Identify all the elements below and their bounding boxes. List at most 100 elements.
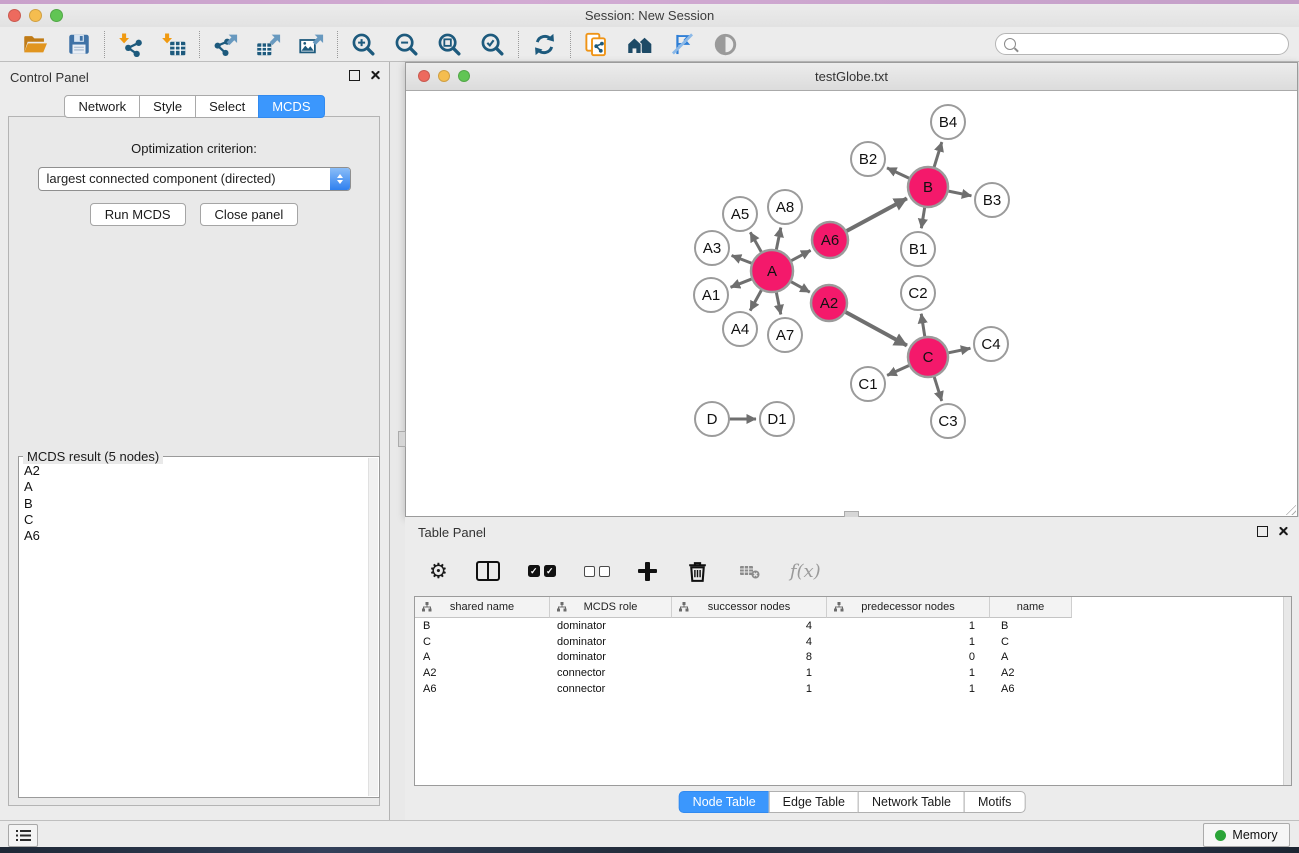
network-canvas[interactable]: A A6 A2 B C A1 A3 A4 A5 A7 A8 B1 B2 B3 B4 C1 C2 C3 C4 D D1 [406, 91, 1297, 517]
graph-edge-A-A5[interactable] [750, 232, 762, 253]
graph-node-A8[interactable]: A8 [768, 190, 802, 224]
network-window-titlebar[interactable]: testGlobe.txt [406, 63, 1297, 91]
graph-edge-C-C3[interactable] [934, 375, 942, 401]
graph-node-A[interactable]: A [751, 250, 793, 292]
graph-edge-A-A8[interactable] [776, 228, 781, 252]
graph-node-C2[interactable]: C2 [901, 276, 935, 310]
graph-node-B3[interactable]: B3 [975, 183, 1009, 217]
export-network-icon[interactable] [212, 31, 239, 58]
graph-node-B[interactable]: B [908, 167, 948, 207]
column-header-name[interactable]: name [990, 597, 1072, 618]
export-image-icon[interactable] [298, 31, 325, 58]
mcds-result-item[interactable]: A6 [24, 528, 365, 544]
table-row[interactable]: Bdominator41B [415, 618, 1291, 634]
select-all-icon[interactable]: ✓✓ [528, 558, 556, 584]
tab-style[interactable]: Style [139, 95, 196, 118]
graph-node-A3[interactable]: A3 [695, 231, 729, 265]
table-row[interactable]: A2connector11A2 [415, 665, 1291, 681]
graph-edge-A-A2[interactable] [789, 281, 809, 292]
graph-node-A2[interactable]: A2 [811, 285, 847, 321]
graph-node-A7[interactable]: A7 [768, 318, 802, 352]
graph-edge-A-A4[interactable] [750, 289, 762, 311]
add-column-icon[interactable] [638, 558, 657, 584]
mcds-result-item[interactable]: B [24, 496, 365, 512]
mcds-result-item[interactable]: A [24, 479, 365, 495]
graph-node-D1[interactable]: D1 [760, 402, 794, 436]
graph-node-A6[interactable]: A6 [812, 222, 848, 258]
graph-node-C1[interactable]: C1 [851, 367, 885, 401]
import-network-icon[interactable] [117, 31, 144, 58]
graph-node-A1[interactable]: A1 [694, 278, 728, 312]
hide-graphics-flag-icon[interactable] [669, 31, 696, 58]
graph-edge-B-B2[interactable] [887, 168, 911, 179]
graph-edge-A-A1[interactable] [731, 278, 754, 287]
graph-node-B1[interactable]: B1 [901, 232, 935, 266]
graph-node-B2[interactable]: B2 [851, 142, 885, 176]
graph-edge-A-A3[interactable] [732, 256, 754, 264]
delete-entry-trash-icon[interactable] [685, 558, 710, 584]
memory-button[interactable]: Memory [1203, 823, 1290, 847]
network-graph[interactable]: A A6 A2 B C A1 A3 A4 A5 A7 A8 B1 B2 B3 B4 C1 C2 C3 C4 D D1 [406, 91, 1297, 517]
float-panel-icon[interactable] [349, 70, 360, 81]
graph-edge-B-B1[interactable] [921, 206, 925, 229]
graph-edge-C-C1[interactable] [887, 365, 911, 376]
close-panel-icon[interactable] [370, 70, 381, 81]
table-settings-gear-icon[interactable]: ⚙ [429, 558, 448, 584]
open-session-icon[interactable] [22, 31, 49, 58]
table-row[interactable]: A6connector11A6 [415, 681, 1291, 697]
tab-node-table[interactable]: Node Table [679, 791, 770, 813]
zoom-selected-icon[interactable] [479, 31, 506, 58]
float-table-panel-icon[interactable] [1257, 526, 1268, 537]
show-panels-list-button[interactable] [8, 824, 38, 847]
clone-network-icon[interactable] [583, 31, 610, 58]
graph-edge-B-B3[interactable] [947, 191, 972, 196]
graph-edge-C-C2[interactable] [921, 314, 925, 338]
graph-edge-C-C4[interactable] [947, 348, 971, 353]
tab-edge-table[interactable]: Edge Table [769, 791, 859, 813]
save-session-icon[interactable] [65, 31, 92, 58]
table-row[interactable]: Adominator80A [415, 650, 1291, 666]
optimization-criterion-select[interactable]: largest connected component (directed) [38, 167, 351, 191]
graph-edge-A2-C[interactable] [844, 311, 907, 345]
graph-edge-A6-B[interactable] [845, 198, 907, 231]
zoom-in-icon[interactable] [350, 31, 377, 58]
search-box[interactable] [995, 33, 1289, 55]
show-graphics-eye-icon[interactable] [712, 31, 739, 58]
graph-node-A4[interactable]: A4 [723, 312, 757, 346]
graph-node-C3[interactable]: C3 [931, 404, 965, 438]
home-icon[interactable] [626, 31, 653, 58]
network-vertical-scrollbar-thumb[interactable] [398, 431, 406, 447]
result-scrollbar-track[interactable] [368, 458, 378, 796]
graph-node-C[interactable]: C [908, 337, 948, 377]
run-mcds-button[interactable]: Run MCDS [90, 203, 186, 226]
table-row[interactable]: Cdominator41C [415, 634, 1291, 650]
tab-motifs[interactable]: Motifs [964, 791, 1025, 813]
column-header-successor-nodes[interactable]: successor nodes [672, 597, 827, 618]
deselect-all-icon[interactable] [584, 558, 610, 584]
close-table-panel-icon[interactable] [1278, 526, 1289, 537]
tab-network-table[interactable]: Network Table [858, 791, 965, 813]
graph-node-D[interactable]: D [695, 402, 729, 436]
mcds-result-item[interactable]: C [24, 512, 365, 528]
table-scrollbar-track[interactable] [1283, 597, 1291, 785]
graph-node-A5[interactable]: A5 [723, 197, 757, 231]
search-input[interactable] [1021, 36, 1288, 52]
zoom-out-icon[interactable] [393, 31, 420, 58]
zoom-fit-icon[interactable] [436, 31, 463, 58]
tab-mcds[interactable]: MCDS [258, 95, 324, 118]
function-builder-icon[interactable]: f(x) [790, 558, 821, 584]
column-header-predecessor-nodes[interactable]: predecessor nodes [827, 597, 990, 618]
refresh-layout-icon[interactable] [531, 31, 558, 58]
graph-edge-A-A6[interactable] [790, 250, 811, 261]
mcds-result-item[interactable]: A2 [24, 463, 365, 479]
export-table-icon[interactable] [255, 31, 282, 58]
graph-node-C4[interactable]: C4 [974, 327, 1008, 361]
import-table-icon[interactable] [160, 31, 187, 58]
graph-edge-B-B4[interactable] [934, 142, 942, 169]
graph-edge-A-A7[interactable] [776, 291, 781, 315]
graph-node-B4[interactable]: B4 [931, 105, 965, 139]
close-panel-button[interactable]: Close panel [200, 203, 299, 226]
tab-network[interactable]: Network [64, 95, 140, 118]
column-header-MCDS-role[interactable]: MCDS role [550, 597, 672, 618]
column-header-shared-name[interactable]: shared name [415, 597, 550, 618]
